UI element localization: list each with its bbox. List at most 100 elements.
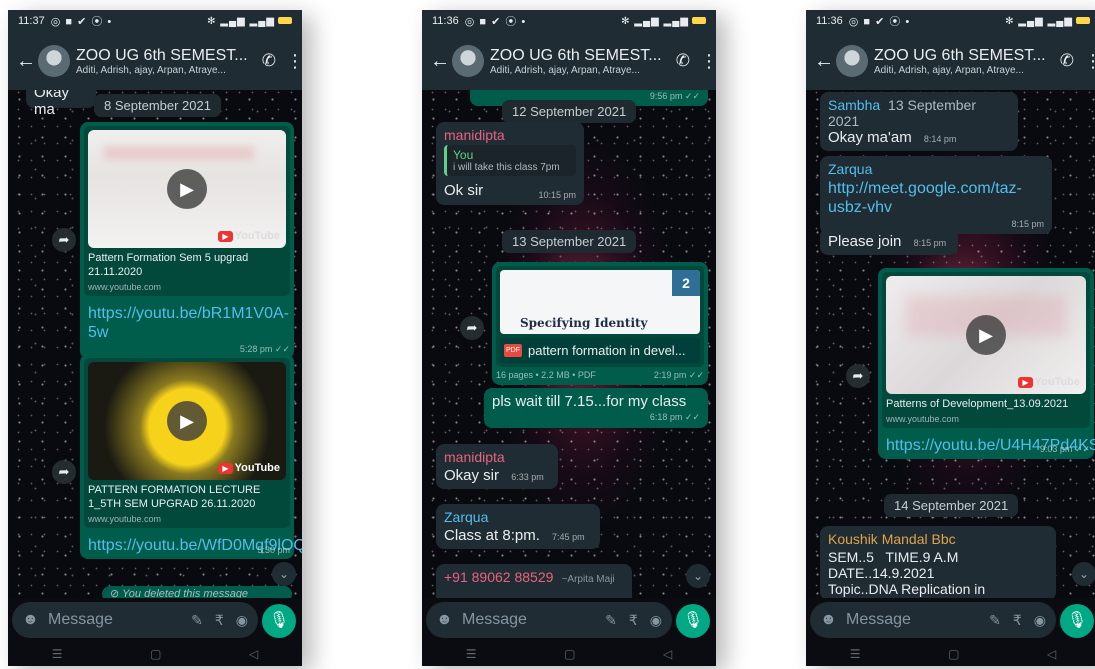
pdf-file-name: pattern formation in devel...: [528, 343, 686, 358]
pdf-file-row[interactable]: PDF pattern formation in devel...: [500, 338, 700, 363]
message-input[interactable]: ☻ Message ✎ ₹ ◉: [810, 602, 1056, 638]
arrow-left-icon[interactable]: ←: [430, 50, 450, 73]
message-input[interactable]: ☻ Message ✎ ₹ ◉: [426, 602, 672, 638]
paperclip-icon[interactable]: ✎: [605, 612, 617, 629]
play-icon[interactable]: ▶: [167, 169, 207, 209]
meet-link[interactable]: http://meet.google.com/taz-usbz-vhv: [828, 179, 1038, 217]
group-avatar[interactable]: [38, 45, 70, 77]
recents-icon[interactable]: ☰: [52, 647, 63, 661]
home-icon[interactable]: ▢: [564, 647, 575, 661]
paperclip-icon[interactable]: ✎: [191, 612, 203, 629]
video-title: PATTERN FORMATION LECTURE 1_5TH SEM UPGR…: [88, 484, 261, 510]
microphone-icon[interactable]: 🎙: [676, 604, 710, 638]
home-icon[interactable]: ▢: [948, 647, 959, 661]
composer: ☻ Message ✎ ₹ ◉ 🎙: [8, 598, 302, 642]
play-icon[interactable]: ▶: [966, 315, 1006, 355]
home-icon[interactable]: ▢: [150, 647, 161, 661]
chat-header[interactable]: ← ZOO UG 6th SEMEST... Aditi, Adrish, aj…: [806, 32, 1095, 90]
video-link[interactable]: https://youtu.be/U4H47Pd4KS0: [886, 436, 1095, 455]
input-placeholder: Message: [462, 611, 527, 628]
microphone-icon[interactable]: 🎙: [1060, 604, 1094, 638]
more-vertical-icon[interactable]: ⋮: [1084, 51, 1095, 72]
rupee-icon[interactable]: ₹: [215, 612, 224, 629]
message-list[interactable]: Okay ma 8 September 2021 ➦ ▶ ▶ YouTube Pa…: [8, 90, 302, 598]
reply-message[interactable]: manidipta You i will take this class 7pm…: [436, 122, 584, 205]
chevron-double-down-icon[interactable]: ⌄: [686, 564, 710, 588]
chat-header[interactable]: ← ZOO UG 6th SEMEST... Aditi, Adrish, aj…: [8, 32, 302, 90]
phone-screen-2: 11:36 ◎ ■ ✔ ⦿ • ✻ ▂▄▆ ▂▄▆ ← ZOO UG 6th S…: [422, 10, 716, 666]
document-message[interactable]: 2 Specifying Identity PDF pattern format…: [492, 262, 708, 385]
phone-screen-3: 11:36 ◎ ■ ✔ ⦿ • ✻ ▂▄▆ ▂▄▆ ← ZOO UG 6th S…: [806, 10, 1095, 666]
pdf-page-number: 2: [672, 270, 700, 296]
message-bubble[interactable]: Please join 8:15 pm: [820, 228, 958, 255]
rupee-icon[interactable]: ₹: [1013, 612, 1022, 629]
forward-icon[interactable]: ➦: [52, 228, 76, 252]
chat-title-area[interactable]: ZOO UG 6th SEMEST... Aditi, Adrish, ajay…: [76, 47, 256, 76]
chevron-double-down-icon[interactable]: ⌄: [272, 562, 296, 586]
forward-icon[interactable]: ➦: [52, 460, 76, 484]
camera-icon[interactable]: ◉: [650, 612, 662, 629]
message-time: 9:03 pm ✓✓: [1039, 443, 1090, 454]
phone-add-icon[interactable]: ✆: [262, 51, 276, 71]
arrow-left-icon[interactable]: ←: [16, 50, 36, 73]
phone-add-icon[interactable]: ✆: [676, 51, 690, 71]
video-thumbnail[interactable]: ▶ ▶ YouTube: [886, 276, 1086, 394]
rupee-icon[interactable]: ₹: [629, 612, 638, 629]
forward-icon[interactable]: ➦: [846, 364, 870, 388]
signal-icons: ✻ ▂▄▆ ▂▄▆: [207, 16, 292, 27]
message-bubble[interactable]: +91 89062 88529 ~Arpita Maji: [436, 564, 632, 598]
link-preview[interactable]: ▶ ▶ YouTube Pattern Formation Sem 5 upgra…: [84, 126, 290, 296]
more-vertical-icon[interactable]: ⋮: [286, 51, 302, 72]
message-list[interactable]: Sambha 13 September 2021 Okay ma'am 8:14…: [806, 90, 1095, 598]
emoji-icon[interactable]: ☻: [22, 611, 42, 629]
paperclip-icon[interactable]: ✎: [989, 612, 1001, 629]
back-nav-icon[interactable]: ◁: [249, 647, 258, 661]
video-message[interactable]: ▶ ▶ YouTube Patterns of Development_13.09…: [878, 268, 1095, 459]
message-bubble[interactable]: Koushik Mandal Bbc SEM..5 TIME.9 A.M DAT…: [820, 526, 1056, 598]
microphone-icon[interactable]: 🎙: [262, 604, 296, 638]
link-preview[interactable]: ▶ ▶ YouTube Patterns of Development_13.09…: [882, 272, 1090, 428]
camera-icon[interactable]: ◉: [1034, 612, 1046, 629]
back-nav-icon[interactable]: ◁: [663, 647, 672, 661]
video-link[interactable]: https://youtu.be/WfD0Mqf9lOQ: [88, 536, 302, 555]
play-icon[interactable]: ▶: [167, 401, 207, 441]
quoted-message[interactable]: You i will take this class 7pm: [444, 145, 576, 176]
chat-header[interactable]: ← ZOO UG 6th SEMEST... Aditi, Adrish, aj…: [422, 32, 716, 90]
message-bubble[interactable]: Sambha 13 September 2021 Okay ma'am 8:14…: [820, 92, 1018, 151]
pdf-icon: PDF: [504, 344, 522, 357]
more-vertical-icon[interactable]: ⋮: [700, 51, 716, 72]
video-link[interactable]: https://youtu.be/bR1M1V0A-5w: [88, 304, 289, 342]
emoji-icon[interactable]: ☻: [820, 611, 840, 629]
video-thumbnail[interactable]: ▶ ▶ YouTube: [88, 362, 286, 480]
link-preview[interactable]: ▶ ▶ YouTube PATTERN FORMATION LECTURE 1_5…: [84, 358, 290, 528]
deleted-message: ⊘ You deleted this message: [102, 586, 292, 598]
message-bubble[interactable]: Zarqua Class at 8:pm. 7:45 pm: [436, 504, 600, 549]
pdf-details: 16 pages • 2.2 MB • PDF: [496, 370, 596, 380]
recents-icon[interactable]: ☰: [466, 647, 477, 661]
message-bubble[interactable]: manidipta Okay sir 6:33 pm: [436, 444, 558, 489]
message-bubble[interactable]: pls wait till 7.15...for my class 6:18 p…: [484, 388, 708, 428]
chevron-double-down-icon[interactable]: ⌄: [1072, 562, 1095, 586]
pdf-thumbnail[interactable]: 2 Specifying Identity: [500, 270, 700, 334]
arrow-left-icon[interactable]: ←: [814, 50, 834, 73]
camera-icon[interactable]: ◉: [236, 612, 248, 629]
phone-add-icon[interactable]: ✆: [1060, 51, 1074, 71]
chat-title-area[interactable]: ZOO UG 6th SEMEST... Aditi, Adrish, ajay…: [874, 47, 1054, 76]
message-bubble[interactable]: Zarqua http://meet.google.com/taz-usbz-v…: [820, 156, 1052, 235]
chat-title-area[interactable]: ZOO UG 6th SEMEST... Aditi, Adrish, ajay…: [490, 47, 670, 76]
recents-icon[interactable]: ☰: [850, 647, 861, 661]
message-input[interactable]: ☻ Message ✎ ₹ ◉: [12, 602, 258, 638]
forward-icon[interactable]: ➦: [460, 316, 484, 340]
video-message[interactable]: ▶ ▶ YouTube Pattern Formation Sem 5 upgra…: [80, 122, 294, 359]
group-avatar[interactable]: [836, 45, 868, 77]
video-message[interactable]: ▶ ▶ YouTube PATTERN FORMATION LECTURE 1_5…: [80, 354, 302, 559]
youtube-logo: ▶ YouTube: [218, 462, 280, 474]
emoji-icon[interactable]: ☻: [436, 611, 456, 629]
message-list[interactable]: 9:56 pm ✓✓ 12 September 2021 manidipta Y…: [422, 90, 716, 598]
pdf-preview[interactable]: 2 Specifying Identity PDF pattern format…: [496, 266, 704, 367]
group-avatar[interactable]: [452, 45, 484, 77]
video-thumbnail[interactable]: ▶ ▶ YouTube: [88, 130, 286, 248]
back-nav-icon[interactable]: ◁: [1047, 647, 1056, 661]
message-bubble[interactable]: Okay ma: [26, 90, 96, 118]
quoted-text: i will take this class 7pm: [453, 162, 560, 173]
